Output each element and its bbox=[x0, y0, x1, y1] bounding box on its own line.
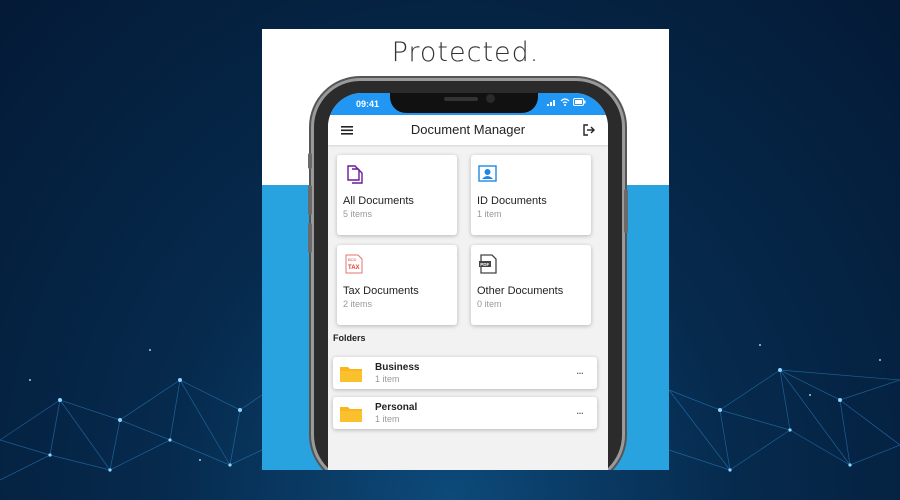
folders-heading: Folders bbox=[333, 333, 366, 343]
folder-icon bbox=[340, 367, 362, 382]
phone-speaker bbox=[444, 97, 478, 101]
phone-volume-down bbox=[308, 223, 312, 253]
documents-icon bbox=[347, 165, 363, 184]
category-count: 1 item bbox=[477, 209, 502, 219]
phone-camera bbox=[486, 94, 495, 103]
tax-badge-main: TAX bbox=[348, 265, 360, 271]
logout-icon[interactable] bbox=[582, 123, 596, 137]
folder-count: 1 item bbox=[375, 414, 400, 424]
pdf-document-icon: PDF bbox=[479, 254, 497, 274]
id-card-icon bbox=[478, 165, 497, 182]
promo-card: Protected. 09:41 Document Manager All Do… bbox=[262, 29, 669, 470]
category-tile-all-documents[interactable]: All Documents 5 items bbox=[337, 155, 457, 235]
more-options-icon[interactable]: ... bbox=[576, 403, 584, 417]
category-label: Other Documents bbox=[477, 285, 564, 297]
category-tile-other-documents[interactable]: PDF Other Documents 0 item bbox=[471, 245, 591, 325]
category-label: ID Documents bbox=[477, 195, 547, 207]
category-label: Tax Documents bbox=[343, 285, 419, 297]
category-tile-tax-documents[interactable]: BCD TAX Tax Documents 2 items bbox=[337, 245, 457, 325]
app-bar: Document Manager bbox=[328, 115, 608, 145]
pdf-badge-text: PDF bbox=[480, 262, 489, 267]
signal-icon bbox=[547, 100, 555, 106]
phone-volume-up bbox=[308, 185, 312, 215]
folder-name: Business bbox=[375, 362, 420, 373]
status-icons bbox=[547, 98, 586, 106]
phone-power-button bbox=[624, 189, 628, 233]
phone-screen: 09:41 Document Manager All Documents 5 i… bbox=[328, 93, 608, 470]
tagline: Protected. bbox=[391, 37, 540, 68]
category-count: 5 items bbox=[343, 209, 373, 219]
category-count: 2 items bbox=[343, 299, 373, 309]
wifi-icon bbox=[560, 98, 570, 106]
phone-mute-switch bbox=[308, 153, 312, 169]
folder-name: Personal bbox=[375, 402, 418, 413]
folder-row-business[interactable]: Business 1 item ... bbox=[333, 357, 597, 389]
status-time: 09:41 bbox=[356, 99, 380, 109]
app-title: Document Manager bbox=[410, 122, 526, 137]
tax-document-icon: BCD TAX bbox=[345, 254, 363, 274]
category-label: All Documents bbox=[343, 195, 414, 207]
phone-mockup: 09:41 Document Manager All Documents 5 i… bbox=[308, 81, 628, 470]
folder-row-personal[interactable]: Personal 1 item ... bbox=[333, 397, 597, 429]
battery-icon bbox=[573, 98, 586, 106]
more-options-icon[interactable]: ... bbox=[576, 363, 584, 377]
folder-icon bbox=[340, 407, 362, 422]
tax-badge-top: BCD bbox=[348, 257, 357, 262]
category-tile-id-documents[interactable]: ID Documents 1 item bbox=[471, 155, 591, 235]
phone-notch bbox=[390, 93, 538, 113]
folder-count: 1 item bbox=[375, 374, 400, 384]
category-count: 0 item bbox=[477, 299, 502, 309]
